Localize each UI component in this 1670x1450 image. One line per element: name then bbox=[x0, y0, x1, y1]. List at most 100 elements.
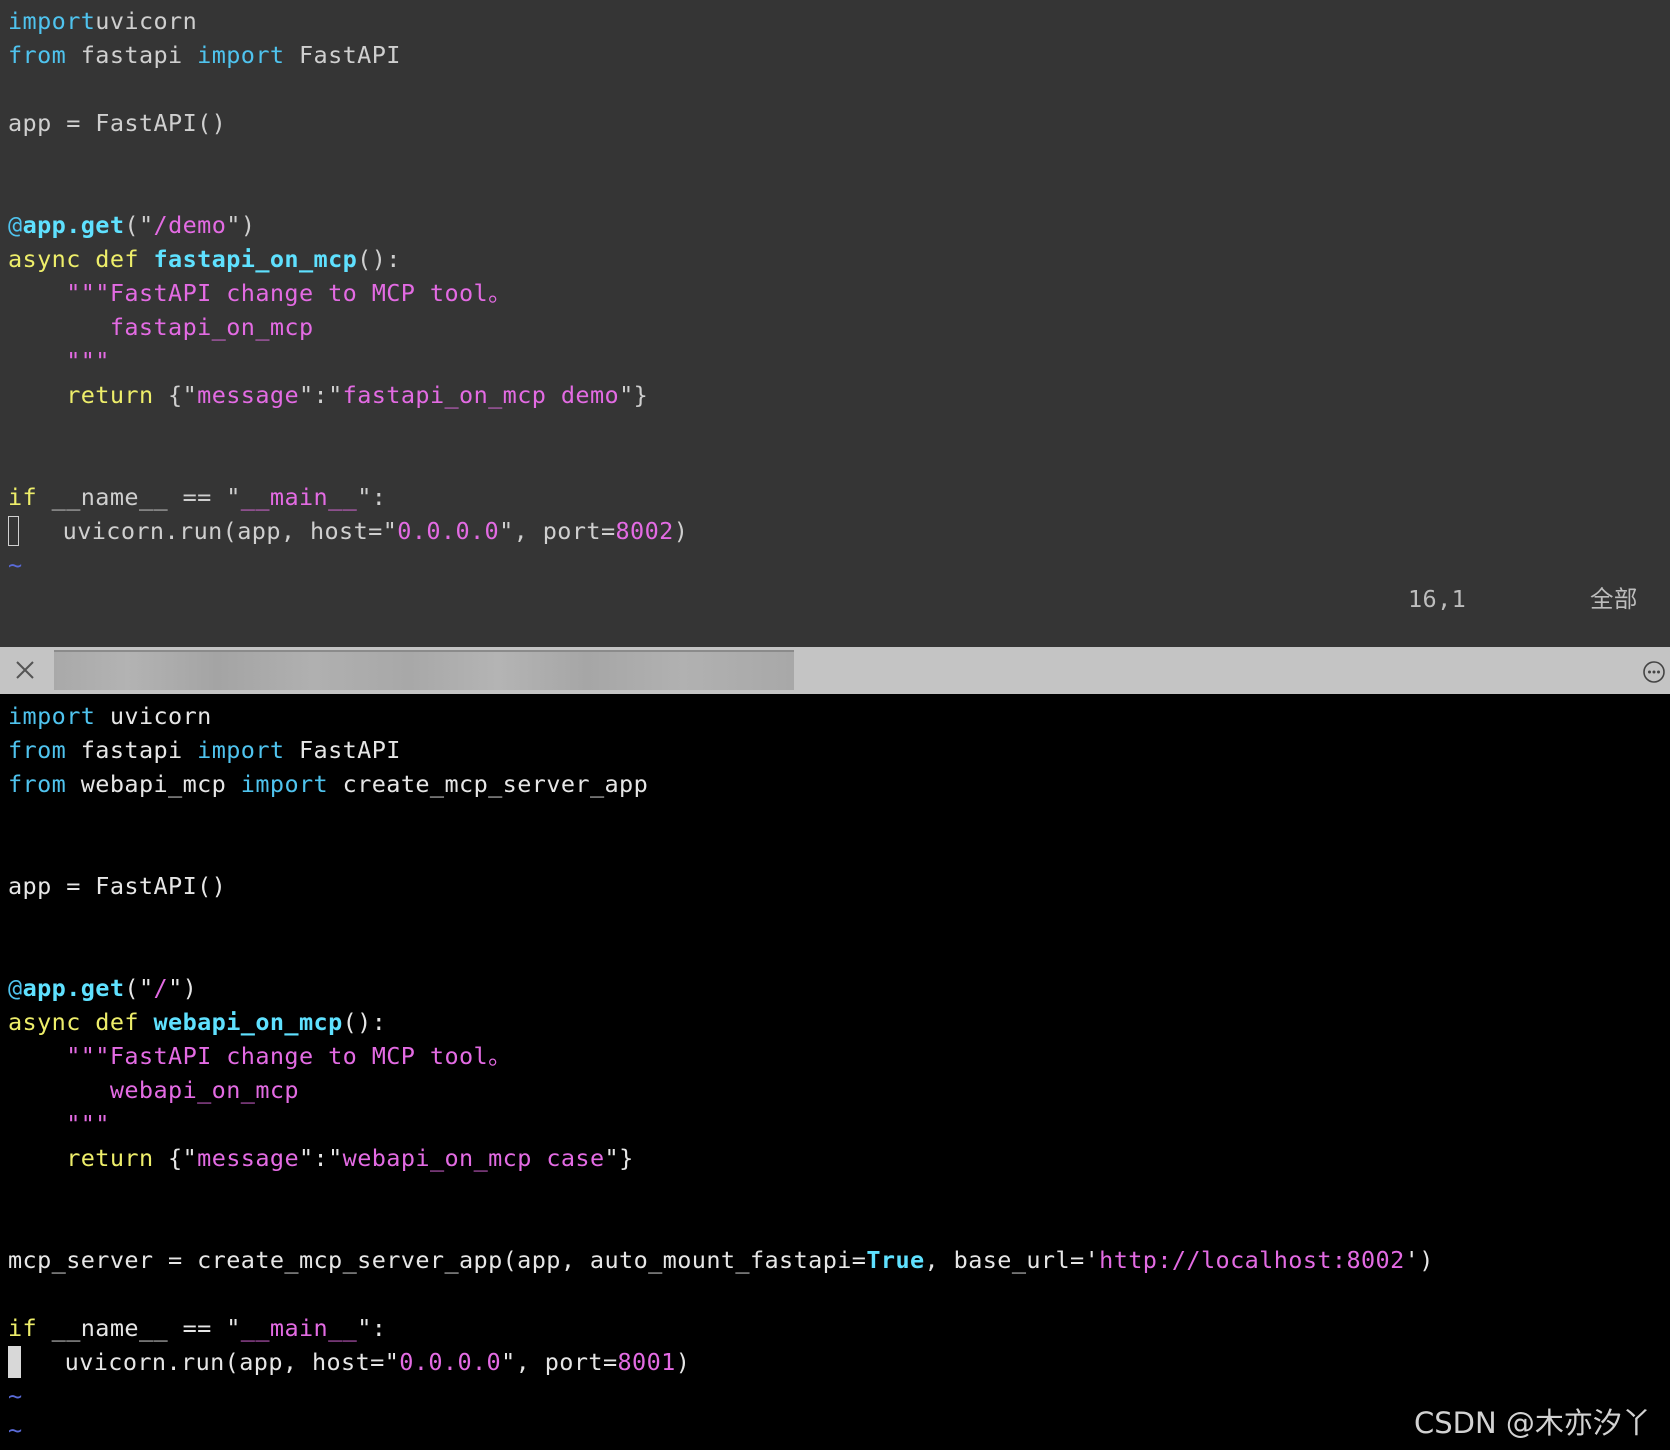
code-line[interactable] bbox=[8, 835, 1670, 869]
vim-pane-top[interactable]: importuvicorn from fastapi import FastAPI… bbox=[0, 0, 1670, 647]
code-line[interactable]: from fastapi import FastAPI bbox=[8, 733, 1670, 767]
code-token: app = FastAPI() bbox=[8, 872, 227, 900]
empty-line-marker: ~ bbox=[8, 551, 23, 579]
code-line[interactable] bbox=[8, 1175, 1670, 1209]
code-line[interactable]: async def fastapi_on_mcp(): bbox=[8, 242, 1670, 276]
code-token: ", port= bbox=[501, 1348, 618, 1376]
code-line[interactable]: """ bbox=[8, 344, 1670, 378]
code-token: ": bbox=[357, 483, 387, 511]
code-token: __name__ == " bbox=[37, 483, 241, 511]
code-token: """ bbox=[8, 347, 110, 375]
code-token: create_mcp_server_app bbox=[328, 770, 649, 798]
code-line[interactable]: async def webapi_on_mcp(): bbox=[8, 1005, 1670, 1039]
code-token: FastAPI bbox=[284, 736, 401, 764]
code-token: async def bbox=[8, 245, 154, 273]
code-token: uvicorn.run(app, host=" bbox=[21, 1348, 400, 1376]
code-line[interactable]: mcp_server = create_mcp_server_app(app, … bbox=[8, 1243, 1670, 1277]
more-options-icon[interactable] bbox=[1642, 660, 1666, 684]
code-token: ) bbox=[673, 517, 689, 545]
code-line[interactable] bbox=[8, 140, 1670, 174]
empty-line-marker: ~ bbox=[8, 1382, 23, 1410]
code-token: 0.0.0.0 bbox=[399, 1348, 502, 1376]
code-line[interactable] bbox=[8, 412, 1670, 446]
code-line[interactable] bbox=[8, 72, 1670, 106]
code-token: __main__ bbox=[240, 483, 358, 511]
code-token: message bbox=[197, 1144, 299, 1172]
code-token: ) bbox=[675, 1348, 691, 1376]
code-token: from bbox=[8, 770, 67, 798]
code-token: / bbox=[153, 974, 169, 1002]
code-token: ", port= bbox=[499, 517, 616, 545]
code-line[interactable]: return {"message":"webapi_on_mcp case"} bbox=[8, 1141, 1670, 1175]
code-token: ": bbox=[357, 1314, 387, 1342]
code-line[interactable]: if __name__ == "__main__": bbox=[8, 1311, 1670, 1345]
code-line[interactable] bbox=[8, 1209, 1670, 1243]
code-view-bottom[interactable]: import uvicorn from fastapi import FastAP… bbox=[8, 699, 1670, 1447]
code-token: ":" bbox=[299, 381, 343, 409]
code-line[interactable]: import uvicorn bbox=[8, 699, 1670, 733]
code-line[interactable]: uvicorn.run(app, host="0.0.0.0", port=80… bbox=[8, 1345, 1670, 1379]
watermark: CSDN @木亦汐丫 bbox=[1414, 1406, 1651, 1440]
code-line[interactable]: app = FastAPI() bbox=[8, 106, 1670, 140]
code-line[interactable]: from fastapi import FastAPI bbox=[8, 38, 1670, 72]
code-line[interactable]: @app.get("/") bbox=[8, 971, 1670, 1005]
code-token: fastapi_on_mcp bbox=[153, 245, 358, 273]
code-token: ') bbox=[1404, 1246, 1434, 1274]
code-line[interactable] bbox=[8, 446, 1670, 480]
code-line[interactable] bbox=[8, 937, 1670, 971]
tab-bar bbox=[0, 647, 1670, 695]
code-line[interactable] bbox=[8, 1277, 1670, 1311]
code-token: """FastAPI change to MCP tool。 bbox=[66, 1042, 513, 1070]
scroll-indicator: 全部 bbox=[1590, 585, 1638, 613]
code-token: webapi_mcp bbox=[66, 770, 241, 798]
terminal-window: importuvicorn from fastapi import FastAPI… bbox=[0, 0, 1670, 1450]
code-token: import bbox=[197, 736, 285, 764]
code-token: True bbox=[866, 1246, 925, 1274]
tab-title-blurred[interactable] bbox=[54, 650, 794, 690]
code-token: @ bbox=[8, 974, 23, 1002]
code-line[interactable]: return {"message":"fastapi_on_mcp demo"} bbox=[8, 378, 1670, 412]
empty-line-marker: ~ bbox=[8, 1416, 23, 1444]
code-token: http://localhost:8002 bbox=[1099, 1246, 1405, 1274]
code-line[interactable]: fastapi_on_mcp bbox=[8, 310, 1670, 344]
code-token: fastapi bbox=[66, 41, 198, 69]
cursor-position: 16,1 bbox=[1408, 585, 1467, 613]
code-line[interactable]: app = FastAPI() bbox=[8, 869, 1670, 903]
code-token: webapi_on_mcp case bbox=[342, 1144, 605, 1172]
text-cursor bbox=[8, 515, 19, 546]
code-token: ") bbox=[226, 211, 256, 239]
code-line[interactable]: if __name__ == "__main__": bbox=[8, 480, 1670, 514]
code-token: app.get bbox=[22, 211, 125, 239]
code-line[interactable]: uvicorn.run(app, host="0.0.0.0", port=80… bbox=[8, 514, 1670, 548]
code-line[interactable] bbox=[8, 801, 1670, 835]
code-token: 8002 bbox=[615, 517, 674, 545]
code-token: app.get bbox=[22, 974, 125, 1002]
code-view-top[interactable]: importuvicorn from fastapi import FastAPI… bbox=[8, 4, 1670, 582]
code-line[interactable]: """FastAPI change to MCP tool。 bbox=[8, 276, 1670, 310]
code-token: from bbox=[8, 736, 67, 764]
code-line[interactable]: from webapi_mcp import create_mcp_server… bbox=[8, 767, 1670, 801]
code-token: {" bbox=[153, 381, 198, 409]
code-token: "} bbox=[604, 1144, 634, 1172]
code-token: __main__ bbox=[240, 1314, 358, 1342]
code-line[interactable] bbox=[8, 903, 1670, 937]
code-line[interactable]: """ bbox=[8, 1107, 1670, 1141]
code-token: webapi_on_mcp bbox=[153, 1008, 343, 1036]
code-line[interactable]: @app.get("/demo") bbox=[8, 208, 1670, 242]
code-line[interactable]: ~ bbox=[8, 548, 1670, 582]
code-line[interactable]: """FastAPI change to MCP tool。 bbox=[8, 1039, 1670, 1073]
code-token: import bbox=[197, 41, 285, 69]
code-line[interactable]: webapi_on_mcp bbox=[8, 1073, 1670, 1107]
code-token: webapi_on_mcp bbox=[8, 1076, 299, 1104]
close-icon[interactable] bbox=[14, 659, 36, 681]
code-token: app = FastAPI() bbox=[8, 109, 227, 137]
code-token: import bbox=[8, 702, 96, 730]
code-line[interactable] bbox=[8, 174, 1670, 208]
code-token: uvicorn.run(app, host=" bbox=[19, 517, 398, 545]
code-token: return bbox=[66, 381, 154, 409]
code-line[interactable]: importuvicorn bbox=[8, 4, 1670, 38]
code-token: fastapi bbox=[66, 736, 198, 764]
vim-pane-bottom[interactable]: import uvicorn from fastapi import FastAP… bbox=[0, 694, 1670, 1450]
code-token: import bbox=[8, 7, 96, 35]
